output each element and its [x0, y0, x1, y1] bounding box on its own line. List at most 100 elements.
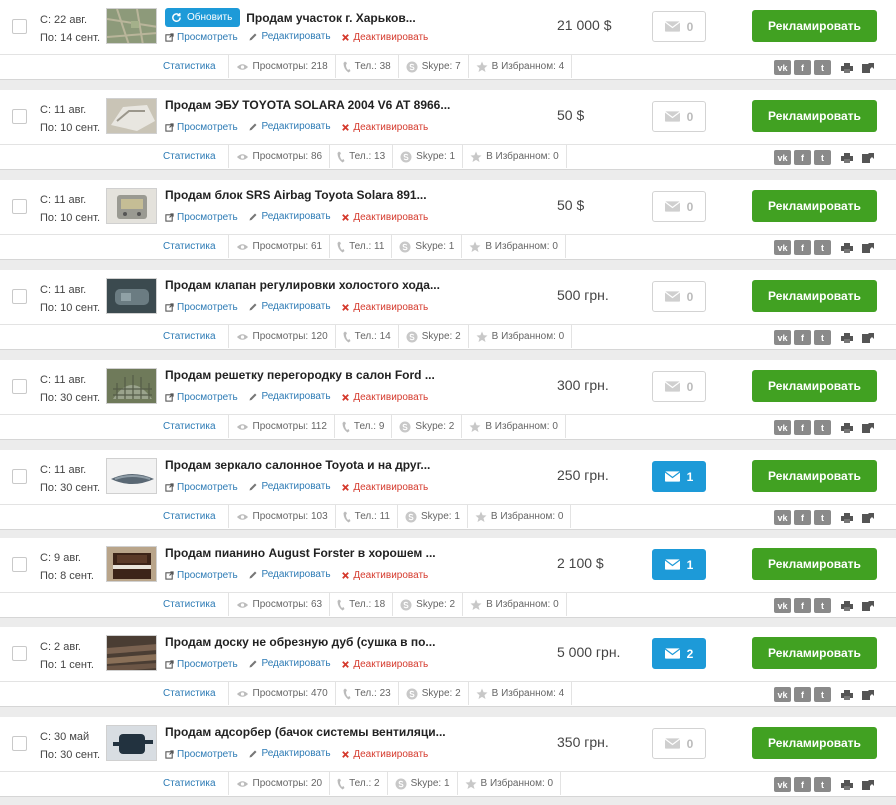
listing-title[interactable]: Продам пианино August Forster в хорошем …	[165, 546, 436, 560]
select-checkbox[interactable]	[12, 557, 27, 572]
deactivate-link[interactable]: Деактивировать	[341, 392, 428, 403]
twitter-share-button[interactable]: t	[814, 598, 831, 613]
listing-title[interactable]: Продам адсорбер (бачок системы вентиляци…	[165, 725, 446, 739]
vk-share-button[interactable]: vk	[774, 240, 791, 255]
twitter-share-button[interactable]: t	[814, 687, 831, 702]
listing-thumbnail[interactable]	[106, 635, 157, 671]
listing-thumbnail[interactable]	[106, 725, 157, 761]
edit-link[interactable]: Редактировать	[248, 569, 331, 580]
listing-thumbnail[interactable]	[106, 458, 157, 494]
edit-link[interactable]: Редактировать	[248, 481, 331, 492]
vk-share-button[interactable]: vk	[774, 150, 791, 165]
vk-share-button[interactable]: vk	[774, 777, 791, 792]
messages-button[interactable]: 2	[652, 638, 706, 669]
print-icon[interactable]	[838, 687, 855, 702]
view-link[interactable]: Просмотреть	[165, 659, 238, 670]
forward-icon[interactable]	[859, 510, 876, 525]
messages-button[interactable]: 0	[652, 101, 706, 132]
statistics-link[interactable]: Статистика	[155, 55, 228, 78]
print-icon[interactable]	[838, 598, 855, 613]
view-link[interactable]: Просмотреть	[165, 122, 238, 133]
select-checkbox[interactable]	[12, 289, 27, 304]
facebook-share-button[interactable]: f	[794, 420, 811, 435]
listing-thumbnail[interactable]	[106, 188, 157, 224]
promote-button[interactable]: Рекламировать	[752, 280, 877, 312]
edit-link[interactable]: Редактировать	[248, 121, 331, 132]
vk-share-button[interactable]: vk	[774, 687, 791, 702]
promote-button[interactable]: Рекламировать	[752, 637, 877, 669]
edit-link[interactable]: Редактировать	[248, 391, 331, 402]
promote-button[interactable]: Рекламировать	[752, 10, 877, 42]
statistics-link[interactable]: Статистика	[155, 505, 228, 528]
listing-title[interactable]: Продам участок г. Харьков...	[246, 11, 415, 25]
statistics-link[interactable]: Статистика	[155, 682, 228, 705]
facebook-share-button[interactable]: f	[794, 687, 811, 702]
twitter-share-button[interactable]: t	[814, 777, 831, 792]
edit-link[interactable]: Редактировать	[248, 658, 331, 669]
messages-button[interactable]: 0	[652, 371, 706, 402]
forward-icon[interactable]	[859, 150, 876, 165]
statistics-link[interactable]: Статистика	[155, 145, 228, 168]
print-icon[interactable]	[838, 777, 855, 792]
facebook-share-button[interactable]: f	[794, 510, 811, 525]
promote-button[interactable]: Рекламировать	[752, 548, 877, 580]
promote-button[interactable]: Рекламировать	[752, 190, 877, 222]
twitter-share-button[interactable]: t	[814, 420, 831, 435]
listing-title[interactable]: Продам доску не обрезную дуб (сушка в по…	[165, 635, 435, 649]
forward-icon[interactable]	[859, 240, 876, 255]
facebook-share-button[interactable]: f	[794, 150, 811, 165]
messages-button[interactable]: 0	[652, 728, 706, 759]
vk-share-button[interactable]: vk	[774, 60, 791, 75]
view-link[interactable]: Просмотреть	[165, 392, 238, 403]
facebook-share-button[interactable]: f	[794, 777, 811, 792]
messages-button[interactable]: 0	[652, 11, 706, 42]
view-link[interactable]: Просмотреть	[165, 302, 238, 313]
facebook-share-button[interactable]: f	[794, 598, 811, 613]
forward-icon[interactable]	[859, 330, 876, 345]
deactivate-link[interactable]: Деактивировать	[341, 482, 428, 493]
twitter-share-button[interactable]: t	[814, 330, 831, 345]
listing-thumbnail[interactable]	[106, 368, 157, 404]
forward-icon[interactable]	[859, 598, 876, 613]
twitter-share-button[interactable]: t	[814, 150, 831, 165]
forward-icon[interactable]	[859, 420, 876, 435]
vk-share-button[interactable]: vk	[774, 420, 791, 435]
listing-thumbnail[interactable]	[106, 278, 157, 314]
deactivate-link[interactable]: Деактивировать	[341, 749, 428, 760]
statistics-link[interactable]: Статистика	[155, 325, 228, 348]
print-icon[interactable]	[838, 60, 855, 75]
facebook-share-button[interactable]: f	[794, 60, 811, 75]
view-link[interactable]: Просмотреть	[165, 749, 238, 760]
view-link[interactable]: Просмотреть	[165, 212, 238, 223]
facebook-share-button[interactable]: f	[794, 330, 811, 345]
print-icon[interactable]	[838, 150, 855, 165]
vk-share-button[interactable]: vk	[774, 510, 791, 525]
select-checkbox[interactable]	[12, 379, 27, 394]
deactivate-link[interactable]: Деактивировать	[341, 570, 428, 581]
listing-title[interactable]: Продам блок SRS Airbag Toyota Solara 891…	[165, 188, 427, 202]
messages-button[interactable]: 1	[652, 549, 706, 580]
messages-button[interactable]: 0	[652, 191, 706, 222]
listing-title[interactable]: Продам ЭБУ TOYOTA SOLARA 2004 V6 AT 8966…	[165, 98, 450, 112]
view-link[interactable]: Просмотреть	[165, 32, 238, 43]
listing-title[interactable]: Продам решетку перегородку в салон Ford …	[165, 368, 435, 382]
edit-link[interactable]: Редактировать	[248, 211, 331, 222]
select-checkbox[interactable]	[12, 109, 27, 124]
print-icon[interactable]	[838, 330, 855, 345]
twitter-share-button[interactable]: t	[814, 240, 831, 255]
statistics-link[interactable]: Статистика	[155, 415, 228, 438]
select-checkbox[interactable]	[12, 19, 27, 34]
messages-button[interactable]: 0	[652, 281, 706, 312]
promote-button[interactable]: Рекламировать	[752, 370, 877, 402]
update-button[interactable]: Обновить	[165, 8, 241, 27]
edit-link[interactable]: Редактировать	[248, 301, 331, 312]
select-checkbox[interactable]	[12, 469, 27, 484]
twitter-share-button[interactable]: t	[814, 510, 831, 525]
select-checkbox[interactable]	[12, 646, 27, 661]
select-checkbox[interactable]	[12, 199, 27, 214]
deactivate-link[interactable]: Деактивировать	[341, 212, 428, 223]
statistics-link[interactable]: Статистика	[155, 772, 228, 795]
print-icon[interactable]	[838, 240, 855, 255]
twitter-share-button[interactable]: t	[814, 60, 831, 75]
vk-share-button[interactable]: vk	[774, 598, 791, 613]
